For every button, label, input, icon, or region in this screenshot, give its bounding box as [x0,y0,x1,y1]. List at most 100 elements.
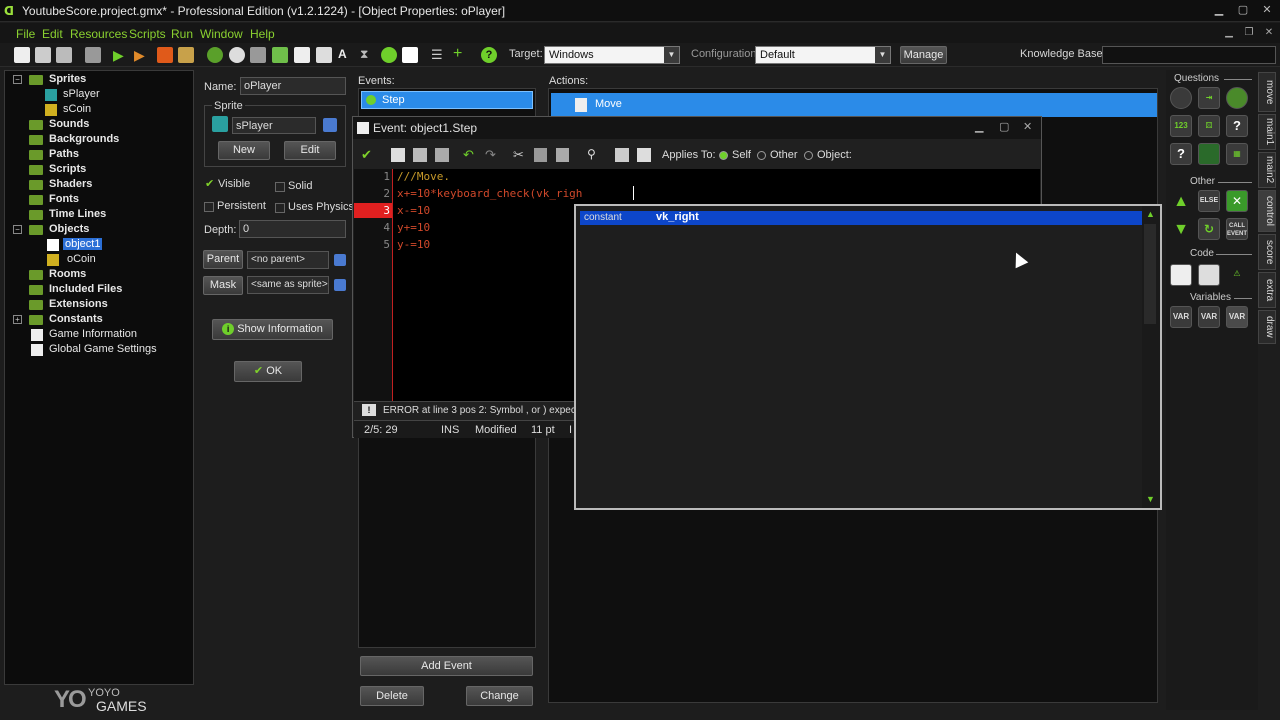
scroll-down-icon[interactable]: ▼ [1146,494,1155,504]
maximize-icon[interactable]: ▢ [1234,3,1252,17]
add-font-icon[interactable]: A [338,47,354,63]
add-event-button[interactable]: Add Event [360,656,533,676]
cut-icon[interactable]: ✂ [513,147,524,163]
persistent-checkbox[interactable] [204,202,214,212]
test-expression-icon[interactable]: ? [1170,143,1192,165]
menu-help[interactable]: Help [250,27,275,41]
check-mouse-icon[interactable] [1198,143,1220,165]
test-variable-icon[interactable]: VAR [1198,306,1220,328]
menu-resources[interactable]: Resources [70,27,127,41]
self-radio[interactable] [719,151,728,160]
save-project-icon[interactable] [56,47,72,63]
expand-icon[interactable]: + [13,315,22,324]
new-sprite-button[interactable]: New [218,141,270,160]
edit-sprite-button[interactable]: Edit [284,141,336,160]
mask-browse-icon[interactable] [334,279,346,291]
call-event-icon[interactable]: CALL EVENT [1226,218,1248,240]
change-event-button[interactable]: Change [466,686,533,706]
manage-button[interactable]: Manage [900,46,947,64]
execute-code-icon[interactable] [1170,264,1192,286]
knowledge-base-input[interactable] [1102,46,1276,64]
draw-variable-icon[interactable]: VAR [1226,306,1248,328]
tab-extra[interactable]: extra [1258,272,1276,308]
tab-move[interactable]: move [1258,72,1276,112]
depth-input[interactable]: 0 [239,220,346,238]
action-move[interactable]: Move [551,93,1157,117]
add-object-icon[interactable] [381,47,397,63]
print-icon[interactable] [435,148,449,162]
menu-scripts[interactable]: Scripts [129,27,166,41]
maximize-icon[interactable]: ▢ [999,120,1009,133]
test-instance-count-icon[interactable]: 123 [1170,115,1192,137]
menu-edit[interactable]: Edit [42,27,63,41]
add-script-icon[interactable] [294,47,310,63]
add-sound-icon[interactable] [229,47,245,63]
parent-browse-icon[interactable] [334,254,346,266]
start-block-icon[interactable]: ▲ [1170,192,1192,214]
parent-button[interactable]: Parent [203,250,243,269]
object-radio[interactable] [804,151,813,160]
check-object-icon[interactable] [1226,87,1248,109]
other-radio[interactable] [757,151,766,160]
undo-icon[interactable]: ↶ [463,147,474,163]
mdi-minimize-icon[interactable]: ▁ [1222,26,1236,39]
open-icon[interactable] [391,148,405,162]
ok-button[interactable]: ✔ OK [234,361,302,382]
repeat-icon[interactable]: ↻ [1198,218,1220,240]
check-empty-icon[interactable] [1170,87,1192,109]
execute-script-icon[interactable] [1198,264,1220,286]
run-icon[interactable]: ▶ [113,47,129,63]
minimize-icon[interactable]: ▁ [975,120,983,133]
tab-draw[interactable]: draw [1258,310,1276,344]
configuration-select[interactable]: Default ▼ [755,46,891,64]
find-icon[interactable]: ⚲ [587,147,596,161]
set-variable-icon[interactable]: VAR [1170,306,1192,328]
scroll-thumb[interactable] [1144,224,1156,324]
add-path-icon[interactable] [272,47,288,63]
add-shader-icon[interactable] [316,47,332,63]
sprite-browse-icon[interactable] [323,118,337,132]
menu-run[interactable]: Run [171,27,193,41]
tab-score[interactable]: score [1258,234,1276,270]
minimize-icon[interactable]: ▁ [1210,3,1228,17]
mask-input[interactable]: <same as sprite> [247,276,329,294]
create-exe-icon[interactable] [178,47,194,63]
parent-input[interactable]: <no parent> [247,251,329,269]
new-project-icon[interactable] [14,47,30,63]
check-grid-icon[interactable]: ▦ [1226,143,1248,165]
save-icon[interactable] [413,148,427,162]
close-icon[interactable]: ✕ [1258,3,1276,17]
game-settings-icon[interactable]: ☰ [431,47,447,63]
exit-event-icon[interactable]: ✕ [1226,190,1248,212]
mask-button[interactable]: Mask [203,276,243,295]
check-question-icon[interactable]: ? [1226,115,1248,137]
add-room-icon[interactable] [402,47,418,63]
menu-file[interactable]: File [16,27,35,41]
tab-control[interactable]: control [1258,190,1276,232]
tab-main2[interactable]: main2 [1258,152,1276,188]
check-collision-icon[interactable]: ⇥ [1198,87,1220,109]
mdi-close-icon[interactable]: ✕ [1262,26,1276,39]
solid-checkbox[interactable] [275,182,285,192]
else-icon[interactable]: ELSE [1198,190,1220,212]
mdi-restore-icon[interactable]: ❐ [1242,26,1256,39]
visible-checkbox[interactable]: ✔ [205,177,214,190]
scroll-up-icon[interactable]: ▲ [1146,209,1155,219]
uses-physics-checkbox[interactable] [275,203,285,213]
debug-icon[interactable]: ▶ [134,47,150,63]
sprite-input[interactable]: sPlayer [232,117,316,134]
document-icon[interactable] [637,148,651,162]
target-select[interactable]: Windows ▼ [544,46,680,64]
add-extension-icon[interactable]: + [453,46,469,63]
redo-icon[interactable]: ↷ [485,147,496,163]
open-project-icon[interactable] [35,47,51,63]
stop-icon[interactable] [157,47,173,63]
paste-icon[interactable] [556,148,569,162]
copy-icon[interactable] [534,148,547,162]
autocomplete-item[interactable]: constant vk_right [580,211,1142,225]
tab-main1[interactable]: main1 [1258,114,1276,150]
name-input[interactable]: oPlayer [240,77,346,95]
test-chance-icon[interactable]: ⚄ [1198,115,1220,137]
add-sprite-icon[interactable] [207,47,223,63]
close-icon[interactable]: ✕ [1023,120,1032,133]
